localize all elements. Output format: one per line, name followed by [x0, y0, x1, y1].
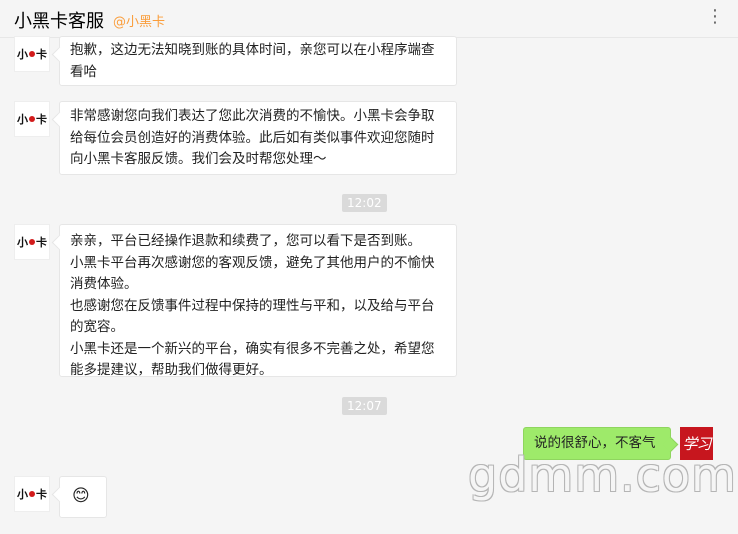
contact-avatar[interactable]: 小卡 — [14, 476, 50, 512]
account-handle[interactable]: @小黑卡 — [113, 11, 165, 30]
message-bubble: 抱歉，这边无法知晓到账的具体时间，亲您可以在小程序端查 看哈 — [59, 36, 457, 86]
watermark: gdmm.com — [468, 448, 737, 502]
message-bubble: 非常感谢您向我们表达了您此次消费的不愉快。小黑卡会争取 给每位会员创造好的消费体… — [59, 101, 457, 175]
contact-avatar[interactable]: 小卡 — [14, 101, 50, 137]
message-bubble: 亲亲，平台已经操作退款和续费了，您可以看下是否到账。 小黑卡平台再次感谢您的客观… — [59, 224, 457, 378]
emoji-message-bubble: 😊 — [59, 476, 107, 518]
timestamp: 12:02 — [342, 194, 387, 212]
chat-header: 小黑卡客服 @小黑卡 ⋮ — [0, 0, 738, 38]
more-dots-icon[interactable]: ⋮ — [706, 7, 724, 27]
contact-avatar[interactable]: 小卡 — [14, 36, 50, 72]
chat-title: 小黑卡客服 — [14, 11, 104, 32]
contact-avatar[interactable]: 小卡 — [14, 224, 50, 260]
timestamp: 12:07 — [342, 397, 387, 415]
